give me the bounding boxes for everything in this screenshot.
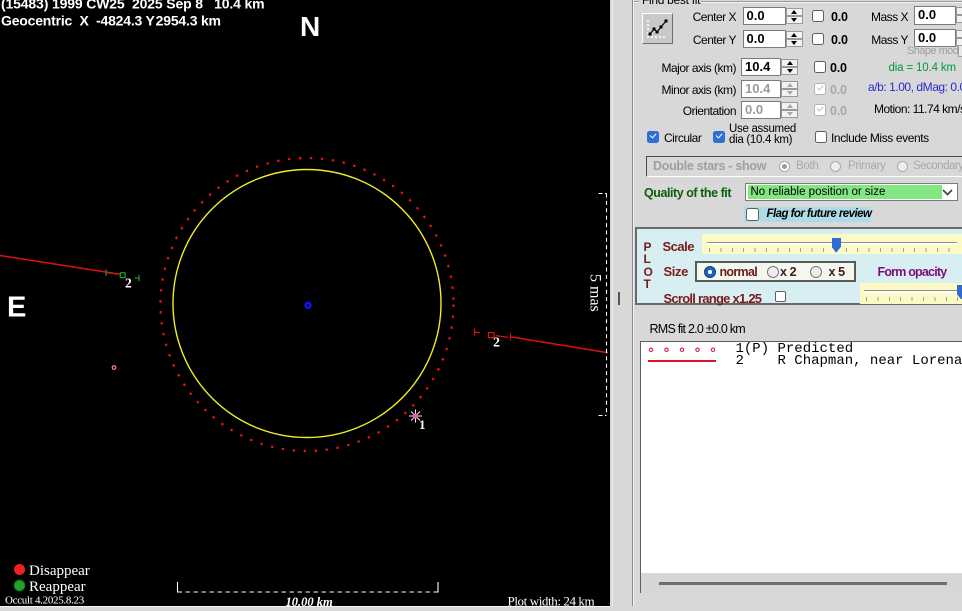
svg-text:1: 1 bbox=[419, 417, 426, 432]
svg-text:2: 2 bbox=[125, 276, 132, 291]
svg-text:Reappear: Reappear bbox=[29, 579, 86, 595]
svg-text:Occult 4.2025.8.23: Occult 4.2025.8.23 bbox=[5, 595, 85, 607]
svg-text:Geocentric X -4824.3 Y 2954.: Geocentric X -4824.3 Y 2954.3 km bbox=[1, 13, 221, 29]
svg-text:10.00 km: 10.00 km bbox=[286, 595, 334, 606]
svg-text:Plot width: 24 km: Plot width: 24 km bbox=[508, 594, 595, 607]
svg-text:N: N bbox=[300, 11, 320, 42]
svg-text:2: 2 bbox=[493, 336, 500, 351]
svg-text:Disappear: Disappear bbox=[29, 563, 90, 579]
svg-text:5 mas: 5 mas bbox=[587, 274, 604, 312]
svg-text:E: E bbox=[7, 292, 26, 324]
svg-text:(15483) 1999 CW25 2025 Sep 8: (15483) 1999 CW25 2025 Sep 8 10.4 km bbox=[1, 0, 264, 12]
